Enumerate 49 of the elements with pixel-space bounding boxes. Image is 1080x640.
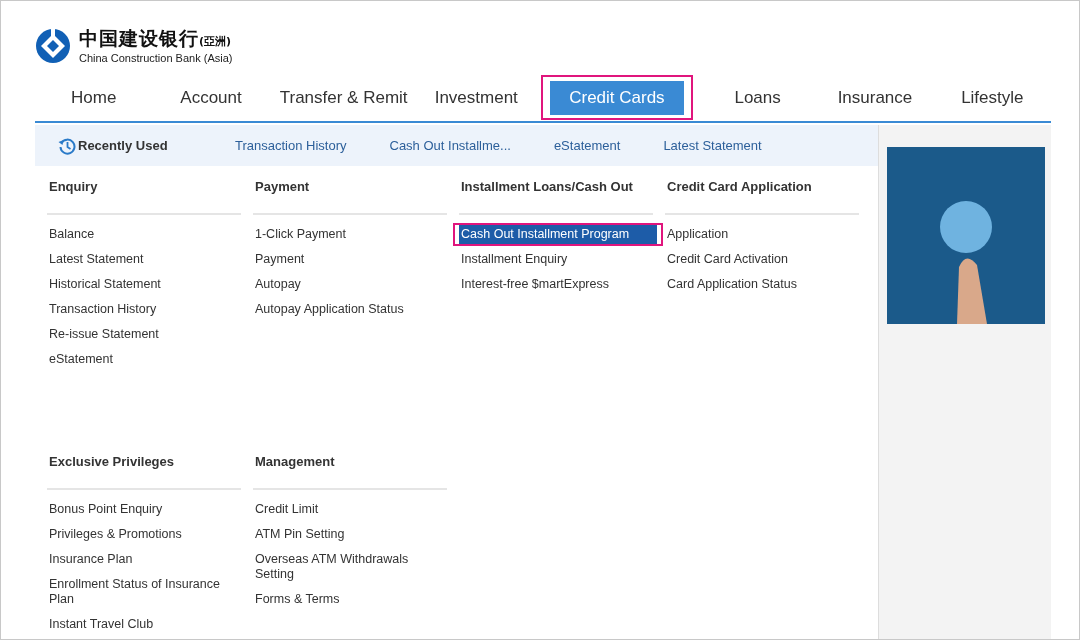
nav-tab[interactable]: Loans [726,81,789,114]
menu-item[interactable]: Installment Enquiry [459,250,645,269]
menu-group-heading: Installment Loans/Cash Out [460,178,634,196]
menu-item[interactable]: Balance [47,225,233,244]
nav-tab[interactable]: Home [63,81,125,114]
menu-item[interactable]: Autopay [253,275,439,294]
bank-name-english: China Construction Bank (Asia) [79,52,233,64]
menu-item[interactable]: Autopay Application Status [253,300,439,319]
bank-logo-icon [35,28,71,64]
history-icon [58,136,76,155]
nav-tab[interactable]: Credit Cards [550,80,684,115]
menu-item[interactable]: Enrollment Status of Insurance Plan [47,575,233,609]
menu-item[interactable]: Card Application Status [665,275,851,294]
menu-item[interactable]: Interest-free $martExpress [459,275,645,294]
nav-tab[interactable]: Investment [426,81,526,114]
menu-item[interactable]: 1-Click Payment [253,225,439,244]
menu-item[interactable]: Insurance Plan [47,550,233,569]
menu-item[interactable]: Latest Statement [47,250,233,269]
nav-tab[interactable]: Transfer & Remit [271,81,416,114]
menu-item[interactable]: Bonus Point Enquiry [47,500,233,519]
menu-group-heading: Exclusive Privileges [48,453,176,471]
recent-link[interactable]: Transaction History [235,138,347,153]
menu-item[interactable]: Payment [253,250,439,269]
bank-name-chinese: 中国建设银行 [79,28,199,48]
recent-link[interactable]: Cash Out Installme... [389,138,511,153]
bank-name-suffix: (亞洲) [199,34,232,50]
nav-tab[interactable]: Insurance [829,81,921,114]
menu-item[interactable]: Transaction History [47,300,233,319]
menu-item[interactable]: Overseas ATM Withdrawals Setting [253,550,439,584]
menu-group-heading: Payment [254,178,311,196]
recent-link[interactable]: eStatement [553,138,621,153]
menu-item[interactable]: Privileges & Promotions [47,525,233,544]
menu-group-heading: Credit Card Application [666,178,813,196]
recent-link[interactable]: Latest Statement [663,138,762,153]
menu-item[interactable]: Re-issue Statement [47,325,233,344]
menu-item[interactable]: Historical Statement [47,275,233,294]
menu-group-heading: Management [254,453,336,471]
menu-item[interactable]: Cash Out Installment Program [459,225,657,244]
nav-tab[interactable]: Lifestyle [953,81,1032,114]
menu-group-heading: Enquiry [48,178,99,196]
menu-item[interactable]: Credit Card Activation [665,250,851,269]
menu-item[interactable]: Application [665,225,851,244]
menu-item[interactable]: Credit Limit [253,500,439,519]
menu-item[interactable]: eStatement [47,350,233,369]
nav-tab[interactable]: Account [172,81,250,114]
menu-item[interactable]: ATM Pin Setting [253,525,439,544]
recently-used-title: Recently Used [78,138,168,153]
menu-item[interactable]: Instant Travel Club [47,615,233,634]
menu-item[interactable]: Forms & Terms [253,590,439,609]
